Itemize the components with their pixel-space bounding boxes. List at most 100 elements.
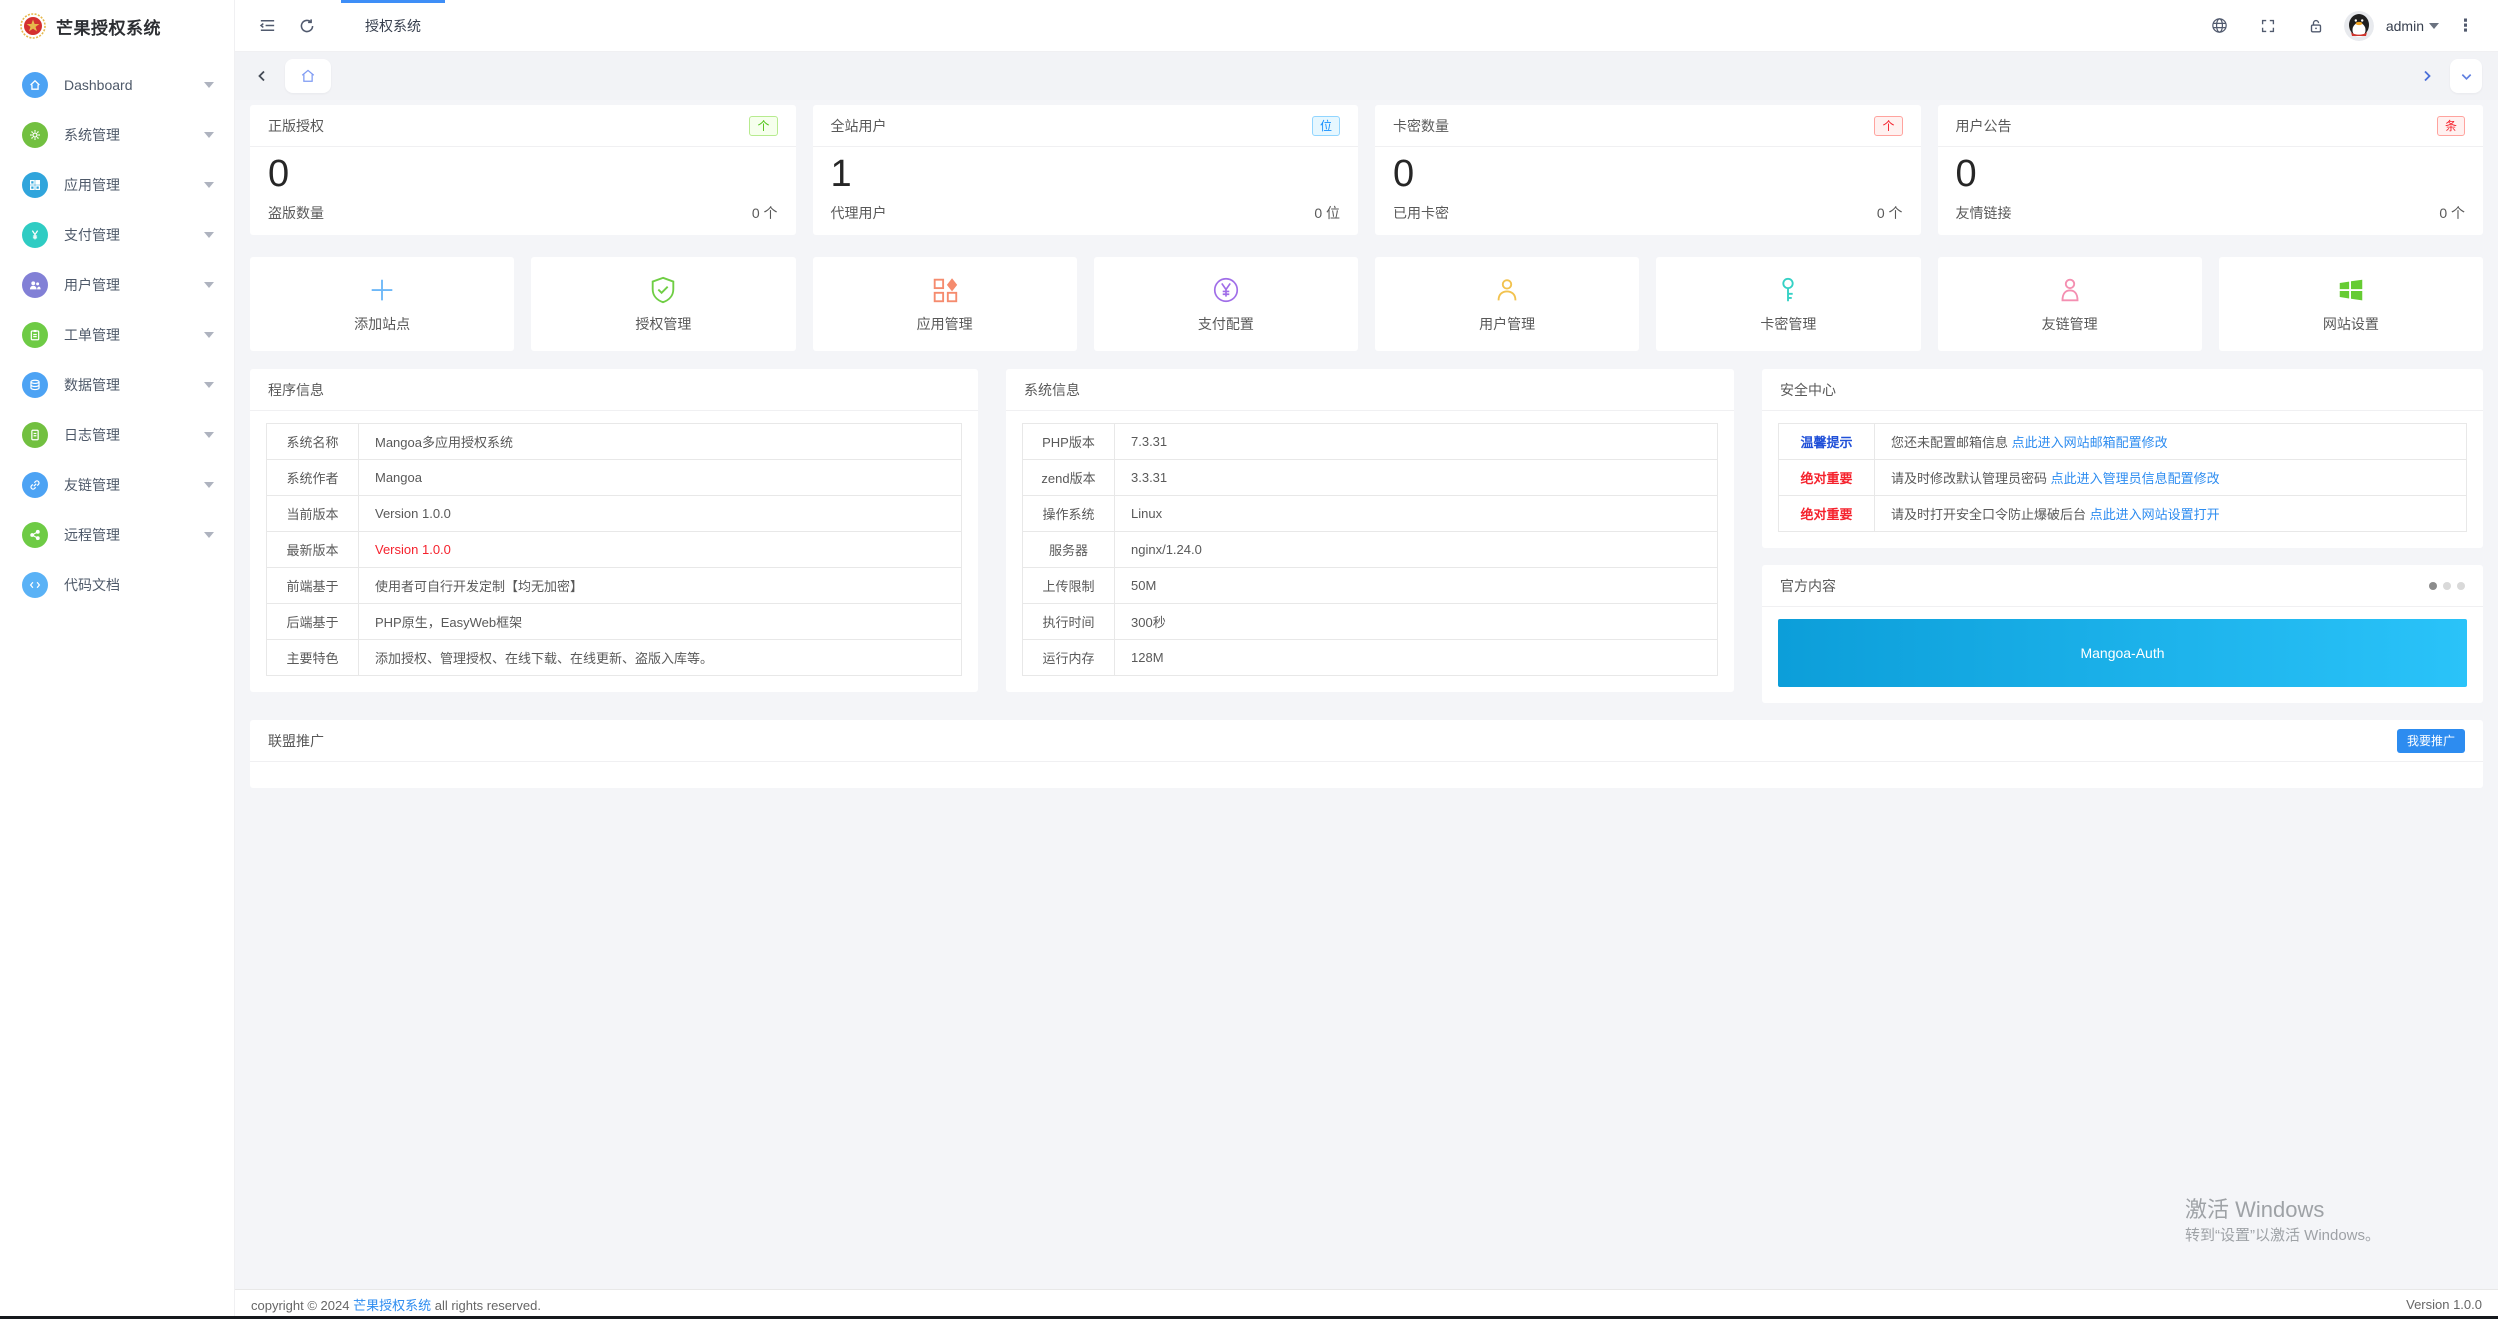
action-auth-manage[interactable]: 授权管理 xyxy=(531,257,795,351)
sidebar-item-tickets[interactable]: 工单管理 xyxy=(0,310,234,360)
globe-icon[interactable] xyxy=(2200,0,2240,52)
stat-card-announcements: 用户公告 条 0 友情链接 0 个 xyxy=(1938,105,2484,235)
users-icon xyxy=(22,272,48,298)
table-row: 上传限制50M xyxy=(1023,568,1718,604)
action-app-manage[interactable]: 应用管理 xyxy=(813,257,1077,351)
sidebar-item-data[interactable]: 数据管理 xyxy=(0,360,234,410)
tab-home[interactable] xyxy=(285,59,331,93)
stat-card-genuine-auth: 正版授权 个 0 盗版数量 0 个 xyxy=(250,105,796,235)
panel-program-info: 程序信息 系统名称Mangoa多应用授权系统 系统作者Mangoa 当前版本Ve… xyxy=(250,369,978,692)
yen-circle-icon xyxy=(1211,275,1241,305)
file-icon xyxy=(22,422,48,448)
security-tag: 温馨提示 xyxy=(1779,424,1875,460)
refresh-icon[interactable] xyxy=(287,0,327,52)
kebab-menu-icon[interactable]: ⋮ xyxy=(2451,16,2480,36)
panel-promo: 联盟推广 我要推广 xyxy=(250,720,2483,788)
table-row: 最新版本Version 1.0.0 xyxy=(267,532,962,568)
unit-badge: 个 xyxy=(749,116,777,136)
chevron-down-icon xyxy=(2460,70,2473,83)
lock-icon[interactable] xyxy=(2296,0,2336,52)
unit-badge: 条 xyxy=(2437,116,2465,136)
stat-value: 0 xyxy=(1956,151,2466,197)
avatar[interactable] xyxy=(2344,11,2374,41)
unit-badge: 个 xyxy=(1874,116,1902,136)
right-column: 安全中心 温馨提示 您还未配置邮箱信息 点此进入网站邮箱配置修改 绝对重要 xyxy=(1762,369,2483,703)
stat-value: 0 xyxy=(268,151,778,197)
panel-official-content: 官方内容 Mangoa-Auth xyxy=(1762,565,2483,703)
user-menu[interactable]: admin xyxy=(2382,18,2443,34)
action-payment-config[interactable]: 支付配置 xyxy=(1094,257,1358,351)
sidebar: 芒果授权系统 Dashboard 系统管理 应 xyxy=(0,0,235,1319)
chevron-down-icon xyxy=(204,432,214,438)
info-panels-row: 程序信息 系统名称Mangoa多应用授权系统 系统作者Mangoa 当前版本Ve… xyxy=(250,369,2483,703)
fullscreen-icon[interactable] xyxy=(2248,0,2288,52)
action-add-site[interactable]: 添加站点 xyxy=(250,257,514,351)
latest-version-value: Version 1.0.0 xyxy=(359,532,962,568)
dashboard-content: 正版授权 个 0 盗版数量 0 个 全站用户 位 xyxy=(235,100,2498,1289)
quick-actions-row: 添加站点 授权管理 应用管理 支付配置 用户管理 xyxy=(250,257,2483,351)
app-window: 芒果授权系统 Dashboard 系统管理 应 xyxy=(0,0,2498,1319)
tabs-scroll-left-icon[interactable] xyxy=(249,59,275,93)
carousel-dot-2[interactable] xyxy=(2443,582,2451,590)
tab-strip xyxy=(235,52,2498,100)
official-banner[interactable]: Mangoa-Auth xyxy=(1778,619,2467,687)
chevron-down-icon xyxy=(204,382,214,388)
site-settings-link[interactable]: 点此进入网站设置打开 xyxy=(2090,507,2220,522)
tabs-dropdown[interactable] xyxy=(2450,59,2482,93)
home-icon xyxy=(299,67,317,85)
fold-sidebar-icon[interactable] xyxy=(247,0,287,52)
sidebar-item-system[interactable]: 系统管理 xyxy=(0,110,234,160)
shield-check-icon xyxy=(648,275,678,305)
security-tag: 绝对重要 xyxy=(1779,496,1875,532)
yen-icon xyxy=(22,222,48,248)
security-table: 温馨提示 您还未配置邮箱信息 点此进入网站邮箱配置修改 绝对重要 请及时修改默认… xyxy=(1778,423,2467,532)
footer-brand-link[interactable]: 芒果授权系统 xyxy=(353,1298,431,1313)
action-key-manage[interactable]: 卡密管理 xyxy=(1656,257,1920,351)
tabs-scroll-right-icon[interactable] xyxy=(2414,59,2440,93)
sidebar-item-links[interactable]: 友链管理 xyxy=(0,460,234,510)
code-icon xyxy=(22,572,48,598)
admin-config-link[interactable]: 点此进入管理员信息配置修改 xyxy=(2051,471,2220,486)
sidebar-item-apps[interactable]: 应用管理 xyxy=(0,160,234,210)
sidebar-item-users[interactable]: 用户管理 xyxy=(0,260,234,310)
mail-config-link[interactable]: 点此进入网站邮箱配置修改 xyxy=(2012,435,2168,450)
person-icon xyxy=(1492,275,1522,305)
sidebar-item-remote[interactable]: 远程管理 xyxy=(0,510,234,560)
action-links-manage[interactable]: 友链管理 xyxy=(1938,257,2202,351)
action-site-settings[interactable]: 网站设置 xyxy=(2219,257,2483,351)
chevron-down-icon xyxy=(204,82,214,88)
copyright: copyright © 2024 芒果授权系统 all rights reser… xyxy=(251,1295,541,1314)
stat-card-site-users: 全站用户 位 1 代理用户 0 位 xyxy=(813,105,1359,235)
sidebar-item-docs[interactable]: 代码文档 xyxy=(0,560,234,610)
sidebar-item-logs[interactable]: 日志管理 xyxy=(0,410,234,460)
carousel-dots xyxy=(2429,582,2465,590)
stat-cards-row: 正版授权 个 0 盗版数量 0 个 全站用户 位 xyxy=(250,105,2483,235)
footer: copyright © 2024 芒果授权系统 all rights reser… xyxy=(235,1289,2498,1319)
footer-version: Version 1.0.0 xyxy=(2406,1297,2482,1312)
table-row: 系统名称Mangoa多应用授权系统 xyxy=(267,424,962,460)
plus-icon xyxy=(367,275,397,305)
table-row: 当前版本Version 1.0.0 xyxy=(267,496,962,532)
promote-button[interactable]: 我要推广 xyxy=(2397,729,2465,753)
sidebar-item-dashboard[interactable]: Dashboard xyxy=(0,60,234,110)
stat-value: 1 xyxy=(831,151,1341,197)
action-user-manage[interactable]: 用户管理 xyxy=(1375,257,1639,351)
person-icon xyxy=(2055,275,2085,305)
carousel-dot-1[interactable] xyxy=(2429,582,2437,590)
chevron-down-icon xyxy=(204,232,214,238)
chevron-down-icon xyxy=(204,482,214,488)
carousel-dot-3[interactable] xyxy=(2457,582,2465,590)
chevron-down-icon xyxy=(204,282,214,288)
clipboard-icon xyxy=(22,322,48,348)
panel-system-info: 系统信息 PHP版本7.3.31 zend版本3.3.31 操作系统Linux … xyxy=(1006,369,1734,692)
database-icon xyxy=(22,372,48,398)
windows-activation-watermark: 激活 Windows 转到“设置”以激活 Windows。 xyxy=(2185,1195,2380,1247)
logo: 芒果授权系统 xyxy=(0,0,234,52)
topbar-tab-auth-system[interactable]: 授权系统 xyxy=(341,0,445,52)
table-row: 运行内存128M xyxy=(1023,640,1718,676)
table-row: 前端基于使用者可自行开发定制【均无加密】 xyxy=(267,568,962,604)
emblem-icon xyxy=(20,13,46,39)
table-row: 操作系统Linux xyxy=(1023,496,1718,532)
windows-icon xyxy=(2336,275,2366,305)
sidebar-item-payment[interactable]: 支付管理 xyxy=(0,210,234,260)
